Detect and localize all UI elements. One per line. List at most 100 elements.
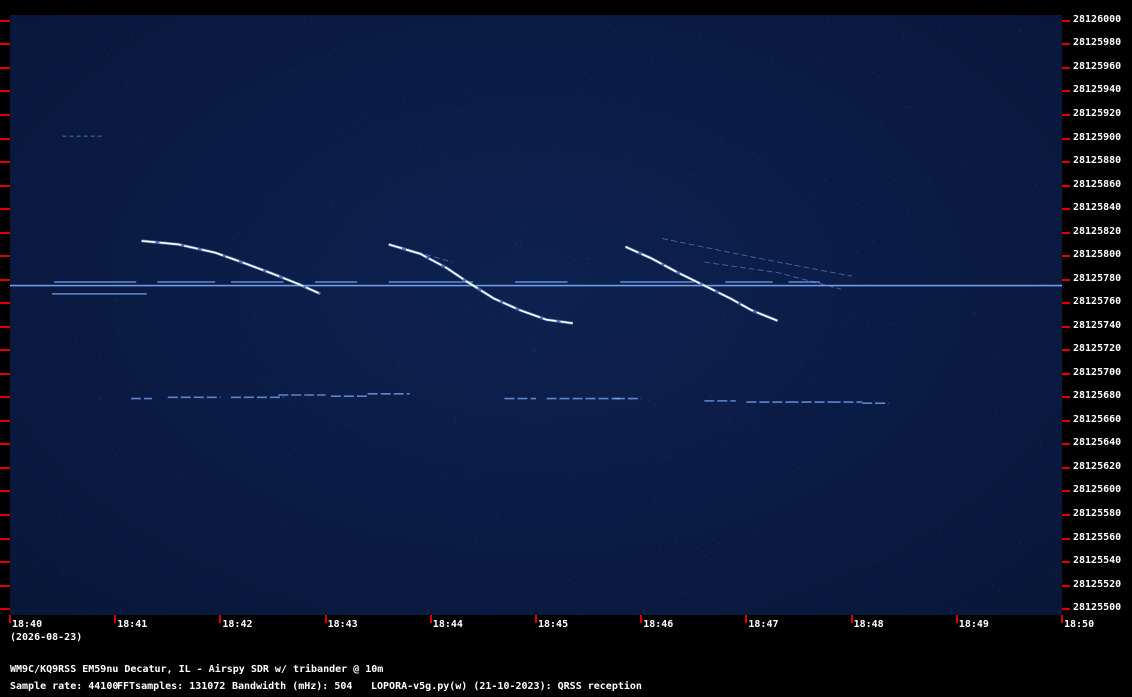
noise-speck: [502, 42, 505, 44]
noise-speck: [926, 280, 928, 282]
noise-speck: [88, 140, 91, 142]
noise-speck: [276, 313, 279, 314]
noise-speck: [333, 274, 336, 276]
noise-speck: [133, 216, 135, 218]
noise-speck: [887, 246, 890, 248]
noise-speck: [949, 612, 951, 614]
noise-speck: [729, 110, 731, 112]
noise-speck: [558, 144, 560, 146]
noise-speck: [962, 291, 964, 293]
noise-speck: [199, 404, 201, 406]
frequency-tick-left: [0, 255, 10, 258]
noise-speck: [130, 153, 132, 155]
noise-speck: [552, 392, 554, 394]
noise-speck: [567, 75, 569, 77]
noise-speck: [407, 49, 410, 51]
noise-speck: [37, 381, 39, 383]
noise-speck: [883, 144, 885, 146]
noise-speck: [804, 392, 806, 394]
noise-speck: [13, 181, 15, 183]
frequency-tick-right: [1062, 396, 1070, 399]
noise-speck: [316, 25, 318, 27]
noise-speck: [883, 247, 885, 249]
noise-speck: [692, 257, 694, 259]
noise-speck: [82, 80, 84, 82]
noise-speck: [718, 543, 720, 545]
noise-speck: [954, 155, 956, 157]
noise-speck: [59, 512, 61, 514]
noise-speck: [383, 501, 386, 503]
noise-speck: [236, 113, 238, 115]
frequency-tick-right: [1062, 349, 1070, 352]
noise-speck: [997, 202, 1000, 204]
noise-speck: [752, 152, 755, 154]
noise-speck: [604, 422, 607, 424]
noise-speck: [228, 369, 230, 371]
noise-speck: [810, 443, 812, 445]
noise-speck: [856, 203, 859, 205]
noise-speck: [627, 61, 630, 63]
noise-speck: [856, 77, 858, 79]
noise-speck: [442, 477, 444, 479]
noise-speck: [702, 531, 704, 533]
noise-speck: [218, 390, 221, 392]
noise-speck: [426, 242, 429, 244]
noise-speck: [997, 357, 999, 359]
frequency-tick-left: [0, 584, 10, 587]
noise-speck: [520, 127, 522, 129]
noise-speck: [544, 49, 547, 51]
frequency-tick-right: [1062, 302, 1070, 305]
noise-speck: [770, 58, 773, 60]
noise-speck: [64, 441, 66, 443]
noise-speck: [10, 410, 12, 412]
noise-speck: [125, 124, 127, 126]
noise-speck: [494, 362, 497, 364]
noise-speck: [421, 508, 423, 510]
noise-speck: [731, 552, 734, 553]
noise-speck: [662, 51, 664, 53]
noise-speck: [30, 350, 32, 352]
noise-speck: [22, 253, 25, 255]
noise-speck: [496, 113, 498, 115]
noise-speck: [314, 153, 317, 155]
noise-speck: [616, 250, 618, 252]
noise-speck: [162, 559, 164, 561]
noise-speck: [447, 381, 449, 383]
noise-speck: [757, 304, 760, 306]
noise-speck: [670, 487, 673, 489]
noise-speck: [1024, 75, 1026, 77]
noise-speck: [542, 151, 544, 153]
noise-speck: [125, 134, 127, 135]
noise-speck: [785, 513, 787, 515]
noise-speck: [973, 313, 976, 314]
noise-speck: [12, 342, 15, 344]
noise-speck: [748, 459, 750, 461]
noise-speck: [133, 385, 135, 386]
noise-speck: [698, 161, 700, 163]
noise-speck: [750, 421, 752, 423]
noise-speck: [899, 109, 902, 111]
noise-speck: [437, 345, 440, 347]
noise-speck: [356, 121, 358, 123]
noise-speck: [364, 180, 366, 182]
noise-speck: [424, 222, 427, 223]
noise-speck: [177, 153, 179, 155]
frequency-tick-label: 28125580: [1073, 508, 1122, 519]
noise-speck: [780, 299, 783, 301]
noise-speck: [240, 91, 242, 93]
noise-speck: [160, 539, 163, 541]
noise-speck: [57, 385, 59, 387]
noise-speck: [217, 385, 219, 387]
noise-speck: [487, 312, 490, 314]
frequency-tick-right: [1062, 161, 1070, 164]
time-tick: [324, 615, 327, 623]
noise-speck: [261, 591, 263, 593]
noise-speck: [860, 608, 862, 609]
noise-speck: [410, 29, 413, 31]
noise-speck: [997, 429, 999, 431]
noise-speck: [454, 419, 457, 421]
noise-speck: [215, 327, 217, 329]
noise-speck: [194, 213, 196, 215]
noise-speck: [975, 312, 977, 314]
noise-speck: [386, 532, 389, 534]
